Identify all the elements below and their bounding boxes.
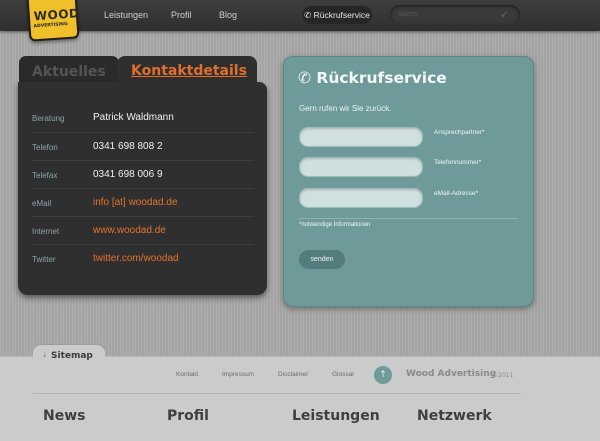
send-button[interactable]: senden xyxy=(299,250,345,269)
arrow-down-icon: ↓ xyxy=(42,351,48,359)
contact-details-panel: Beratung Patrick Waldmann Telefon 0341 6… xyxy=(18,82,267,295)
search-check-icon[interactable]: ✓ xyxy=(500,8,509,21)
contact-label: Internet xyxy=(32,227,60,236)
nav-link-profil[interactable]: Profil xyxy=(171,10,192,20)
required-note: *notwendige Informationen xyxy=(299,222,371,228)
form-divider xyxy=(299,218,518,219)
email-address-label: eMail-Adresse* xyxy=(434,190,479,197)
footer-link-disclaimer[interactable]: Disclaimer xyxy=(278,371,308,378)
contact-label: eMail xyxy=(32,199,52,208)
contact-row-beratung: Beratung Patrick Waldmann xyxy=(32,104,254,131)
sitemap-label: Sitemap xyxy=(51,351,93,361)
nav-link-blog[interactable]: Blog xyxy=(219,10,237,20)
contact-label: Twitter xyxy=(32,255,56,264)
sitemap-column-profil[interactable]: Profil xyxy=(167,408,209,424)
contact-row-telefax: Telefax 0341 698 006 9 xyxy=(32,160,254,188)
tab-kontaktdetails-label: Kontaktdetails xyxy=(131,63,247,79)
sitemap-column-news[interactable]: News xyxy=(43,408,85,424)
contact-value: 0341 698 808 2 xyxy=(93,141,163,152)
sitemap-column-leistungen[interactable]: Leistungen xyxy=(292,408,380,424)
contact-row-telefon: Telefon 0341 698 808 2 xyxy=(32,132,254,160)
email-address-input[interactable] xyxy=(299,188,423,208)
callback-form-panel: ✆ Rückrufservice Gern rufen wir Sie zurü… xyxy=(283,56,534,307)
search-input[interactable] xyxy=(398,8,498,21)
contact-person-label: Ansprechpartner* xyxy=(434,129,485,136)
nav-link-leistungen[interactable]: Leistungen xyxy=(104,10,148,20)
website-link[interactable]: www.woodad.de xyxy=(93,225,166,236)
sitemap-column-netzwerk[interactable]: Netzwerk xyxy=(417,408,492,424)
contact-label: Telefon xyxy=(32,143,58,152)
logo-word: WOOD xyxy=(33,6,80,24)
wood-logo[interactable]: WOOD ADVERTISING xyxy=(26,0,80,42)
twitter-link[interactable]: twitter.com/woodad xyxy=(93,253,179,264)
contact-value: 0341 698 006 9 xyxy=(93,169,163,180)
footer-link-glossar[interactable]: Glossar xyxy=(332,371,354,378)
contact-row-internet: Internet www.woodad.de xyxy=(32,216,254,244)
footer-link-kontakt[interactable]: Kontakt xyxy=(176,371,198,378)
phone-number-label: Telefonnummer* xyxy=(434,159,482,166)
callback-form-title: ✆ Rückrufservice xyxy=(298,69,447,87)
phone-number-input[interactable] xyxy=(299,157,423,177)
logo-subtitle: ADVERTISING xyxy=(33,21,68,30)
footer-divider xyxy=(33,393,521,394)
footer xyxy=(0,356,600,441)
footer-copyright: ©2011 xyxy=(492,372,514,379)
top-navigation: WOOD ADVERTISING Leistungen Profil Blog … xyxy=(0,0,600,42)
email-link[interactable]: info [at] woodad.de xyxy=(93,197,178,208)
callback-service-button[interactable]: ✆ Rückrufservice xyxy=(302,6,372,24)
callback-form-intro: Gern rufen wir Sie zurück. xyxy=(299,104,392,113)
footer-link-impressum[interactable]: Impressum xyxy=(222,371,254,378)
contact-value: Patrick Waldmann xyxy=(93,112,174,123)
sitemap-toggle[interactable]: ↓ Sitemap xyxy=(33,345,105,367)
footer-brand: Wood Advertising xyxy=(406,369,497,379)
back-to-top-button[interactable]: ↑ xyxy=(374,366,392,384)
contact-label: Beratung xyxy=(32,114,65,123)
contact-person-input[interactable] xyxy=(299,127,423,147)
search-box: ✓ xyxy=(390,5,520,24)
contact-row-email: eMail info [at] woodad.de xyxy=(32,188,254,216)
contact-label: Telefax xyxy=(32,171,58,180)
contact-row-twitter: Twitter twitter.com/woodad xyxy=(32,244,254,272)
